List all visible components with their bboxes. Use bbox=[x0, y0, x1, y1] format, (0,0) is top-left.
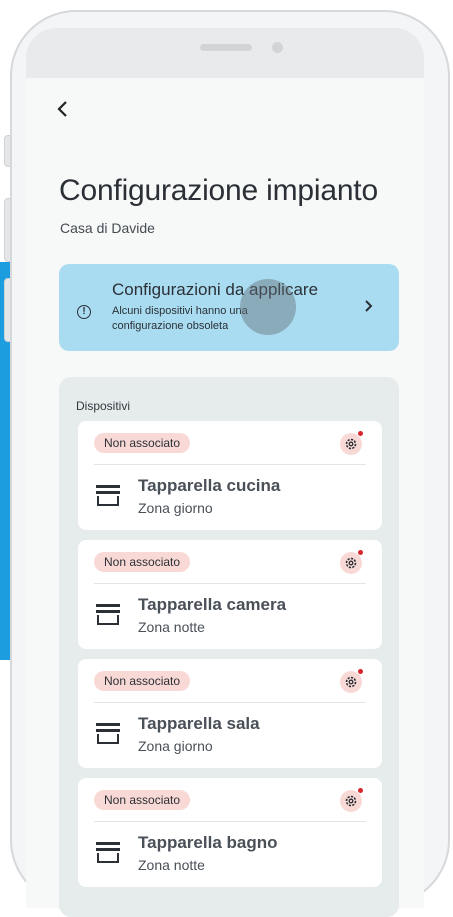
page-subtitle: Casa di Davide bbox=[60, 220, 155, 236]
phone-speaker bbox=[200, 44, 252, 51]
info-circle-icon: ! bbox=[77, 305, 91, 319]
device-card[interactable]: Non associato Tapparella sala Zona giorn… bbox=[78, 659, 382, 768]
gear-icon bbox=[345, 795, 357, 807]
page-title: Configurazione impianto bbox=[59, 174, 378, 207]
device-zone: Zona notte bbox=[138, 857, 205, 873]
device-settings-button[interactable] bbox=[340, 431, 363, 455]
status-badge: Non associato bbox=[94, 433, 191, 453]
divider bbox=[94, 464, 366, 465]
device-settings-button[interactable] bbox=[340, 669, 363, 693]
notification-dot bbox=[358, 788, 363, 793]
roller-shutter-icon bbox=[96, 842, 120, 863]
app-screen: Configurazione impianto Casa di Davide !… bbox=[26, 78, 424, 917]
chevron-left-icon bbox=[57, 101, 67, 117]
status-badge: Non associato bbox=[94, 790, 191, 810]
device-name: Tapparella camera bbox=[138, 595, 287, 614]
notification-dot bbox=[358, 669, 363, 674]
devices-panel: Dispositivi Non associato Tapparella cuc… bbox=[59, 377, 399, 917]
device-zone: Zona giorno bbox=[138, 500, 213, 516]
notification-dot bbox=[358, 550, 363, 555]
gear-icon bbox=[345, 438, 357, 450]
chevron-right-icon bbox=[364, 297, 373, 318]
device-zone: Zona notte bbox=[138, 619, 205, 635]
gear-icon bbox=[345, 676, 357, 688]
device-name: Tapparella cucina bbox=[138, 476, 281, 495]
device-card[interactable]: Non associato Tapparella cucina Zona gio… bbox=[78, 421, 382, 530]
pending-configurations-banner[interactable]: ! Configurazioni da applicare Alcuni dis… bbox=[59, 264, 399, 351]
device-card[interactable]: Non associato Tapparella bagno Zona nott… bbox=[78, 778, 382, 887]
roller-shutter-icon bbox=[96, 485, 120, 506]
roller-shutter-icon bbox=[96, 604, 120, 625]
device-name: Tapparella bagno bbox=[138, 833, 278, 852]
device-settings-button[interactable] bbox=[340, 550, 363, 574]
device-settings-button[interactable] bbox=[340, 788, 363, 812]
device-card[interactable]: Non associato Tapparella camera Zona not… bbox=[78, 540, 382, 649]
gear-icon bbox=[345, 557, 357, 569]
status-badge: Non associato bbox=[94, 671, 191, 691]
roller-shutter-icon bbox=[96, 723, 120, 744]
devices-section-label: Dispositivi bbox=[76, 399, 131, 413]
device-name: Tapparella sala bbox=[138, 714, 260, 733]
notification-dot bbox=[358, 431, 363, 436]
phone-notch bbox=[26, 28, 424, 78]
back-button[interactable] bbox=[56, 98, 78, 120]
phone-camera bbox=[272, 42, 283, 53]
touch-indicator bbox=[240, 279, 296, 335]
divider bbox=[94, 821, 366, 822]
divider bbox=[94, 583, 366, 584]
divider bbox=[94, 702, 366, 703]
device-zone: Zona giorno bbox=[138, 738, 213, 754]
status-badge: Non associato bbox=[94, 552, 191, 572]
